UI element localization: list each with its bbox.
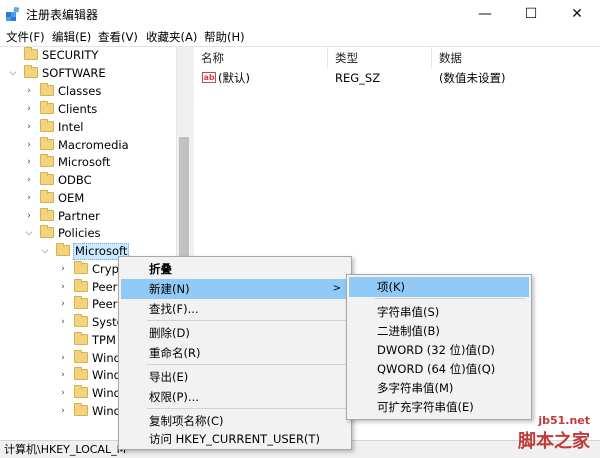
tree-node-label: Intel: [58, 120, 84, 134]
menu-item-collapse[interactable]: 折叠: [121, 259, 349, 279]
folder-icon: [56, 243, 70, 256]
tree-node-label: TPM: [92, 333, 116, 347]
folder-icon: [24, 65, 38, 78]
folder-icon: [40, 190, 54, 203]
context-menu: 折叠 新建(N) > 查找(F)... 删除(D) 重命名(R) 导出(E) 权…: [118, 256, 352, 450]
chevron-right-icon[interactable]: ›: [58, 314, 68, 331]
tree-node-label: ODBC: [58, 173, 92, 187]
menu-item-new[interactable]: 新建(N) >: [121, 279, 349, 299]
menu-separator: [375, 298, 525, 299]
menu-item-delete[interactable]: 删除(D): [121, 323, 349, 343]
menu-edit[interactable]: 编辑(E): [52, 29, 91, 45]
chevron-right-icon: >: [332, 283, 341, 294]
tree-node-label: OEM: [58, 191, 85, 205]
folder-icon: [40, 208, 54, 221]
folder-icon: [74, 385, 88, 398]
menu-item-rename[interactable]: 重命名(R): [121, 343, 349, 363]
value-data: (数值未设置): [439, 71, 506, 85]
chevron-right-icon[interactable]: ›: [24, 119, 34, 136]
value-type: REG_SZ: [335, 71, 381, 85]
column-header-data[interactable]: 数据: [432, 47, 600, 69]
tree-node-label: SECURITY: [42, 48, 99, 62]
tree-node-label: Macromedia: [58, 138, 129, 152]
chevron-right-icon[interactable]: ›: [58, 385, 68, 402]
chevron-right-icon[interactable]: ›: [58, 296, 68, 313]
column-header-name[interactable]: 名称: [194, 47, 328, 69]
submenu-item-string-value[interactable]: 字符串值(S): [349, 302, 529, 322]
minimize-button[interactable]: —: [462, 0, 508, 28]
chevron-right-icon[interactable]: ›: [24, 208, 34, 225]
chevron-right-icon[interactable]: ›: [58, 261, 68, 278]
folder-icon: [24, 47, 38, 60]
folder-icon: [40, 154, 54, 167]
maximize-button[interactable]: ☐: [508, 0, 554, 28]
watermark: jb51.net 脚本之家: [518, 414, 590, 453]
folder-icon: [74, 332, 88, 345]
tree-node-label: Microsoft: [58, 155, 111, 169]
chevron-right-icon[interactable]: ›: [58, 350, 68, 367]
folder-icon: [74, 279, 88, 292]
folder-icon: [40, 137, 54, 150]
folder-icon: [74, 314, 88, 327]
folder-icon: [40, 101, 54, 114]
chevron-right-icon[interactable]: ›: [24, 101, 34, 118]
folder-icon: [74, 261, 88, 274]
menu-item-new-label: 新建(N): [149, 282, 190, 296]
folder-icon: [74, 350, 88, 363]
tree-node-label: Policies: [58, 226, 101, 240]
folder-icon: [74, 403, 88, 416]
tree-node-label: SOFTWARE: [42, 66, 106, 80]
submenu-item-qword-value[interactable]: QWORD (64 位)值(Q): [349, 359, 529, 379]
folder-icon: [74, 367, 88, 380]
close-button[interactable]: ✕: [554, 0, 600, 28]
menu-help[interactable]: 帮助(H): [204, 29, 245, 45]
menu-view[interactable]: 查看(V): [98, 29, 138, 45]
watermark-brand: 脚本之家: [518, 431, 590, 452]
menu-separator: [147, 320, 347, 321]
chevron-down-icon[interactable]: ⌵: [40, 243, 50, 260]
folder-icon: [74, 296, 88, 309]
string-value-icon: ab: [202, 72, 216, 83]
watermark-site: jb51.net: [538, 414, 590, 427]
chevron-right-icon[interactable]: ›: [24, 83, 34, 100]
submenu-item-dword-value[interactable]: DWORD (32 位)值(D): [349, 340, 529, 360]
submenu-item-binary-value[interactable]: 二进制值(B): [349, 321, 529, 341]
registry-editor-icon: [6, 7, 20, 21]
column-header-type[interactable]: 类型: [328, 47, 432, 69]
chevron-right-icon[interactable]: ›: [24, 137, 34, 154]
menu-separator: [147, 408, 347, 409]
menu-item-export[interactable]: 导出(E): [121, 367, 349, 387]
folder-icon: [40, 119, 54, 132]
table-row[interactable]: ab (默认) REG_SZ (数值未设置): [194, 69, 600, 87]
folder-icon: [40, 225, 54, 238]
title-bar: 注册表编辑器 — ☐ ✕: [0, 0, 600, 28]
chevron-right-icon[interactable]: ›: [58, 367, 68, 384]
chevron-right-icon[interactable]: ›: [24, 190, 34, 207]
chevron-right-icon[interactable]: ›: [24, 172, 34, 189]
value-name: (默认): [218, 71, 250, 85]
menu-item-go-to-hkcu[interactable]: 访问 HKEY_CURRENT_USER(T): [121, 429, 349, 449]
tree-node-label: Classes: [58, 84, 102, 98]
menu-item-copy-key-name[interactable]: 复制项名称(C): [121, 411, 349, 431]
menu-separator: [147, 364, 347, 365]
menu-file[interactable]: 文件(F): [6, 29, 45, 45]
tree-node-label: Partner: [58, 209, 100, 223]
submenu-item-expandable-string-value[interactable]: 可扩充字符串值(E): [349, 397, 529, 417]
chevron-right-icon[interactable]: ›: [58, 279, 68, 296]
window-title: 注册表编辑器: [26, 8, 99, 22]
menu-bar: 文件(F) 编辑(E) 查看(V) 收藏夹(A) 帮助(H): [0, 28, 600, 46]
submenu-item-multi-string-value[interactable]: 多字符串值(M): [349, 378, 529, 398]
new-submenu: 项(K) 字符串值(S) 二进制值(B) DWORD (32 位)值(D) QW…: [346, 274, 532, 420]
menu-item-find[interactable]: 查找(F)...: [121, 299, 349, 319]
menu-favorites[interactable]: 收藏夹(A): [146, 29, 197, 45]
folder-icon: [40, 172, 54, 185]
folder-icon: [40, 83, 54, 96]
chevron-right-icon[interactable]: ›: [24, 154, 34, 171]
chevron-right-icon[interactable]: ›: [58, 403, 68, 420]
tree-node-label: Clients: [58, 102, 98, 116]
submenu-item-key[interactable]: 项(K): [349, 277, 529, 297]
chevron-down-icon[interactable]: ⌵: [24, 225, 34, 242]
menu-item-permissions[interactable]: 权限(P)...: [121, 387, 349, 407]
chevron-down-icon[interactable]: ⌵: [8, 65, 18, 82]
